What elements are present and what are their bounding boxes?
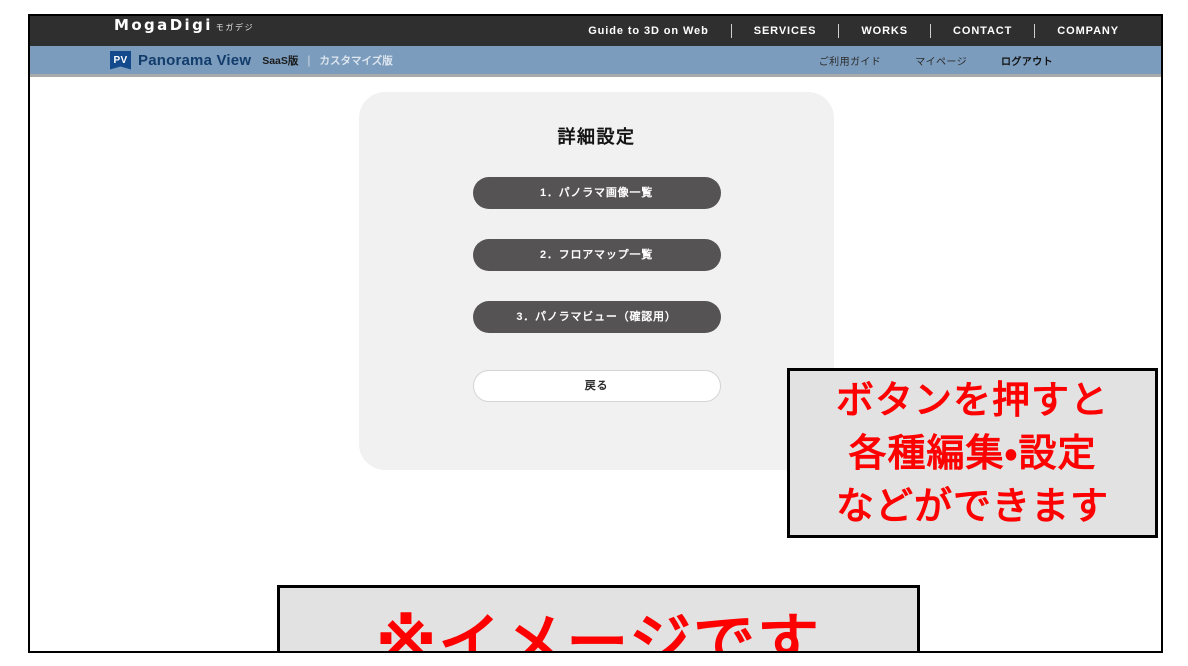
annotation-line: 各種編集・設定	[848, 430, 1097, 475]
product-name: Panorama View	[138, 51, 252, 69]
menu-button-floor-map-list[interactable]: 2．フロアマップ一覧	[472, 239, 721, 271]
annotation-line: ※イメージです	[375, 606, 822, 653]
main-content: 詳細設定 1．パノラマ画像一覧 2．フロアマップ一覧 3．パノラマビュー（確認用…	[30, 77, 1161, 653]
annotation-line: などができます	[835, 483, 1109, 528]
page-title: 詳細設定	[557, 127, 636, 147]
account-links: ご利用ガイド マイページ ログアウト	[819, 53, 1053, 68]
annotation-callout-image-disclaimer: ※イメージです	[277, 585, 920, 653]
global-nav-links: Guide to 3D on Web SERVICES WORKS CONTAC…	[566, 16, 1141, 46]
menu-button-panorama-view-preview[interactable]: 3．パノラマビュー（確認用）	[472, 301, 721, 333]
annotation-callout-buttons: ボタンを押すと 各種編集・設定 などができます	[787, 368, 1158, 538]
global-navigation-bar: MogaDigi モガデジ Guide to 3D on Web SERVICE…	[30, 16, 1161, 46]
account-link-logout[interactable]: ログアウト	[1001, 53, 1053, 68]
nav-link-company[interactable]: COMPANY	[1035, 25, 1141, 37]
nav-link-services[interactable]: SERVICES	[732, 25, 839, 37]
account-link-user-guide[interactable]: ご利用ガイド	[819, 53, 881, 68]
annotation-line: ボタンを押すと	[835, 377, 1109, 422]
brand-kana: モガデジ	[215, 23, 255, 32]
settings-card: 詳細設定 1．パノラマ画像一覧 2．フロアマップ一覧 3．パノラマビュー（確認用…	[359, 92, 834, 470]
brand-logo[interactable]: MogaDigi モガデジ	[114, 16, 254, 46]
menu-button-panorama-image-list[interactable]: 1．パノラマ画像一覧	[472, 177, 721, 209]
plan-label-custom: カスタマイズ版	[319, 54, 393, 67]
plan-divider: |	[307, 53, 311, 67]
nav-link-guide-to-3d-on-web[interactable]: Guide to 3D on Web	[566, 25, 731, 37]
pv-badge-icon: PV	[110, 50, 131, 70]
product-bar: PV Panorama View SaaS版 | カスタマイズ版 ご利用ガイド …	[30, 46, 1161, 77]
brand-name: MogaDigi	[114, 16, 213, 34]
back-button[interactable]: 戻る	[472, 370, 721, 402]
back-button-wrapper: 戻る	[359, 370, 834, 402]
plan-label-saas: SaaS版	[262, 54, 299, 67]
screenshot-frame: MogaDigi モガデジ Guide to 3D on Web SERVICE…	[28, 14, 1163, 653]
product-identity[interactable]: PV Panorama View SaaS版 | カスタマイズ版	[110, 50, 393, 70]
account-link-my-page[interactable]: マイページ	[915, 53, 967, 68]
nav-link-works[interactable]: WORKS	[839, 25, 930, 37]
nav-link-contact[interactable]: CONTACT	[931, 25, 1034, 37]
menu-button-list: 1．パノラマ画像一覧 2．フロアマップ一覧 3．パノラマビュー（確認用）	[359, 177, 834, 363]
